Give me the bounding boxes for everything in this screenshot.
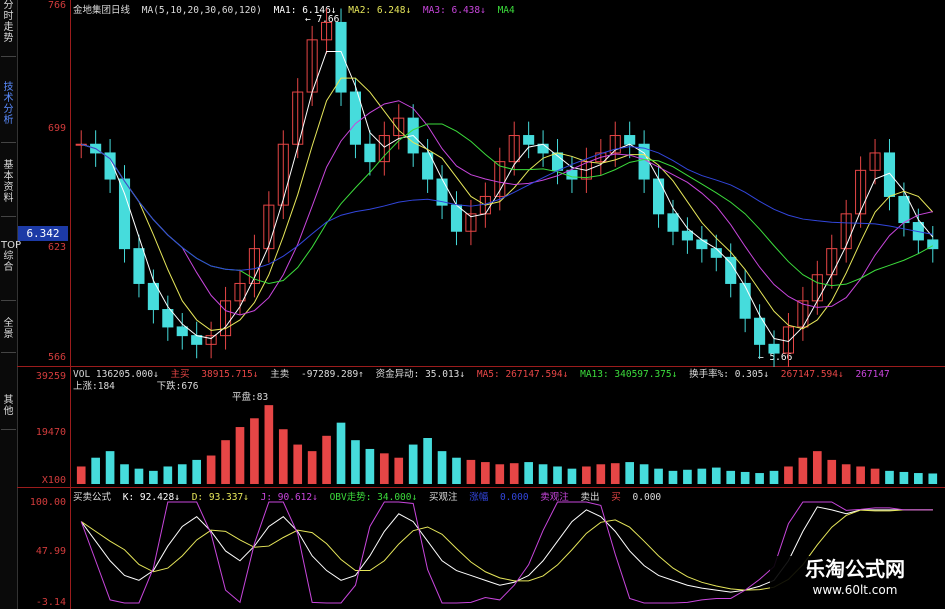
volume-bar xyxy=(538,464,548,484)
chart-canvas[interactable] xyxy=(0,0,945,609)
volume-bar xyxy=(408,444,418,484)
volume-bar xyxy=(625,462,635,484)
candle-body xyxy=(335,21,347,93)
candle-body xyxy=(768,343,780,354)
volume-bar xyxy=(668,470,678,484)
candle-body xyxy=(725,256,737,284)
volume-bar xyxy=(654,468,663,484)
volume-bar xyxy=(351,440,360,484)
candle-body xyxy=(696,239,708,250)
volume-bar xyxy=(163,466,173,484)
watermark: 乐淘公式网 www.60lt.com xyxy=(770,556,940,604)
volume-bar xyxy=(322,435,331,484)
volume-bar xyxy=(914,473,923,484)
volume-bar xyxy=(567,468,577,484)
ma5-line xyxy=(81,143,933,271)
volume-bar xyxy=(755,473,764,484)
volume-bar xyxy=(293,444,303,484)
volume-bar xyxy=(899,471,909,484)
candle-body xyxy=(537,143,549,154)
volume-bar xyxy=(379,453,389,484)
candle-body xyxy=(739,282,751,319)
watermark-url: www.60lt.com xyxy=(812,583,898,597)
volume-bar xyxy=(610,463,620,484)
candle-body xyxy=(364,143,376,163)
candle-body xyxy=(523,135,535,145)
candle-body xyxy=(349,91,362,145)
volume-bar xyxy=(740,471,750,484)
watermark-title: 乐淘公式网 xyxy=(805,557,905,581)
stock-chart-window: 分时走势 技术分析 基本资料 TOP综合 全景 其他 766 699 623 5… xyxy=(0,0,945,609)
volume-bar xyxy=(221,440,230,484)
volume-bar xyxy=(812,451,822,484)
volume-bar xyxy=(91,457,100,484)
volume-bar xyxy=(394,457,404,484)
volume-bar xyxy=(105,451,115,484)
volume-bar xyxy=(437,451,447,484)
volume-bar xyxy=(553,466,562,484)
candle-body xyxy=(652,178,665,215)
volume-bar xyxy=(769,470,779,484)
volume-bar xyxy=(726,470,736,484)
volume-bar xyxy=(177,464,187,484)
volume-bar xyxy=(524,462,533,484)
volume-bar xyxy=(870,468,880,484)
candle-body xyxy=(133,248,145,284)
volume-bar xyxy=(827,459,837,484)
candle-body xyxy=(681,230,693,241)
volume-bar xyxy=(711,467,721,484)
ma1-line xyxy=(81,50,934,342)
candle-body xyxy=(754,317,766,345)
volume-bar xyxy=(885,470,894,484)
volume-bar xyxy=(509,463,519,484)
volume-bar xyxy=(365,448,375,484)
volume-bar xyxy=(452,457,461,484)
volume-bar xyxy=(423,437,432,484)
volume-bar xyxy=(76,466,86,484)
volume-bar xyxy=(683,469,692,484)
volume-bar xyxy=(192,459,202,484)
volume-bar xyxy=(841,464,851,484)
volume-bar xyxy=(466,459,476,484)
volume-bar xyxy=(495,464,505,484)
volume-bar xyxy=(134,468,144,484)
ma4-line xyxy=(81,123,934,287)
volume-bar xyxy=(250,418,259,484)
volume-bar xyxy=(798,457,808,484)
volume-bar xyxy=(206,455,216,484)
volume-bar xyxy=(784,466,793,484)
candle-body xyxy=(566,169,578,180)
volume-bar xyxy=(697,468,707,484)
candle-body xyxy=(118,178,131,250)
volume-bar xyxy=(582,466,591,484)
volume-bar xyxy=(120,464,129,484)
volume-bar xyxy=(596,464,606,484)
volume-bar xyxy=(336,422,346,484)
volume-bar xyxy=(856,466,865,484)
candle-body xyxy=(162,309,174,328)
candle-body xyxy=(191,335,203,345)
candle-body xyxy=(176,326,188,337)
candle-body xyxy=(667,213,679,232)
volume-bar xyxy=(481,462,490,484)
volume-bar xyxy=(264,405,274,484)
volume-bar xyxy=(235,427,245,484)
volume-bar xyxy=(928,473,938,484)
candle-body xyxy=(898,195,910,224)
candle-body xyxy=(624,135,636,145)
volume-bar xyxy=(639,464,649,484)
ma3-line xyxy=(81,100,933,316)
volume-bar xyxy=(278,429,288,484)
candle-body xyxy=(710,248,722,258)
volume-bar xyxy=(307,451,317,484)
candle-body xyxy=(450,204,463,232)
volume-bar xyxy=(149,470,158,484)
